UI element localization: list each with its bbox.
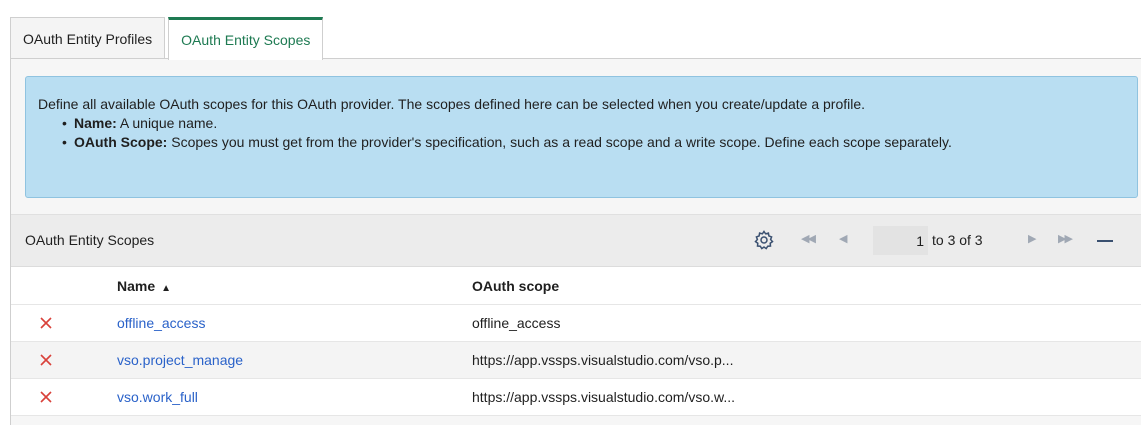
chevron-left-icon[interactable]: ◀ xyxy=(839,232,848,245)
info-message: Define all available OAuth scopes for th… xyxy=(25,76,1138,198)
delete-icon[interactable] xyxy=(39,353,53,367)
info-item-name: Name: A unique name. xyxy=(62,114,1125,133)
table-row: vso.project_manage https://app.vssps.vis… xyxy=(11,342,1141,379)
column-header-oauth-scope[interactable]: OAuth scope xyxy=(472,278,559,294)
table-header-row: Name ▲ OAuth scope xyxy=(11,267,1141,305)
scope-value: https://app.vssps.visualstudio.com/vso.p… xyxy=(472,352,734,368)
scope-value: https://app.vssps.visualstudio.com/vso.w… xyxy=(472,389,736,405)
tab-panel: Define all available OAuth scopes for th… xyxy=(10,58,1141,425)
tab-oauth-entity-scopes[interactable]: OAuth Entity Scopes xyxy=(168,17,324,60)
scope-name-link[interactable]: offline_access xyxy=(117,315,205,331)
gear-icon[interactable] xyxy=(753,229,775,251)
tab-bar: OAuth Entity Profiles OAuth Entity Scope… xyxy=(10,17,324,60)
sort-ascending-icon: ▲ xyxy=(161,283,172,294)
table-row: offline_access offline_access xyxy=(11,305,1141,342)
minus-icon[interactable] xyxy=(1097,240,1113,242)
delete-icon[interactable] xyxy=(39,316,53,330)
info-text: Scopes you must get from the provider's … xyxy=(167,134,952,150)
scope-value: offline_access xyxy=(472,315,561,331)
delete-icon[interactable] xyxy=(39,390,53,404)
page-range-text: to 3 of 3 xyxy=(932,232,983,248)
column-label: Name xyxy=(117,278,156,294)
scope-name-link[interactable]: vso.work_full xyxy=(117,389,198,405)
column-header-name[interactable]: Name ▲ xyxy=(117,278,171,294)
table-row: vso.work_full https://app.vssps.visualst… xyxy=(11,379,1141,416)
info-intro: Define all available OAuth scopes for th… xyxy=(38,96,866,112)
scopes-table: Name ▲ OAuth scope offline_access offline… xyxy=(11,267,1141,416)
info-item-oauth-scope: OAuth Scope: Scopes you must get from th… xyxy=(62,133,1125,152)
list-title: OAuth Entity Scopes xyxy=(25,232,155,248)
scope-name-link[interactable]: vso.project_manage xyxy=(117,352,243,368)
tab-oauth-entity-profiles[interactable]: OAuth Entity Profiles xyxy=(10,17,166,59)
double-chevron-left-icon[interactable]: ◀◀ xyxy=(801,232,816,245)
info-term: Name: xyxy=(74,115,117,131)
info-list: Name: A unique name. OAuth Scope: Scopes… xyxy=(62,114,1125,152)
chevron-right-icon[interactable]: ▶ xyxy=(1028,232,1037,245)
double-chevron-right-icon[interactable]: ▶▶ xyxy=(1058,232,1073,245)
list-header: OAuth Entity Scopes ◀◀ ◀ to 3 of 3 ▶ ▶▶ xyxy=(11,214,1141,267)
info-term: OAuth Scope: xyxy=(74,134,168,150)
page-number-input[interactable] xyxy=(873,226,928,255)
info-text: A unique name. xyxy=(116,115,218,131)
